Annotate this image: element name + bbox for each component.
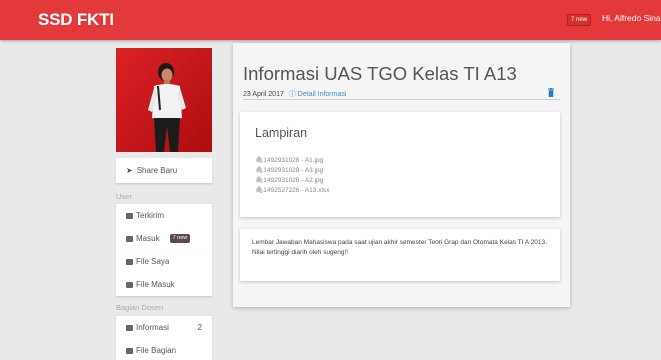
sidebar-item-my-files[interactable]: File Saya	[116, 250, 212, 273]
folder-icon	[126, 281, 133, 288]
folder-icon	[126, 258, 133, 265]
user-section-label: User	[116, 192, 132, 201]
dosen-section-label: Bagian Dosen	[116, 303, 164, 312]
share-new-button[interactable]: ➤ Share Baru	[116, 158, 212, 183]
notification-badge[interactable]: 7 new	[567, 14, 592, 26]
inbox-badge: 7 new	[169, 234, 191, 243]
sidebar-item-label: Terkirim	[136, 211, 164, 220]
trash-icon[interactable]	[548, 88, 554, 97]
sidebar-item-department-files[interactable]: File Bagian	[116, 339, 212, 360]
detail-link-label: Detail Informasi	[297, 91, 347, 98]
info-circle-icon: ⓘ	[288, 91, 296, 98]
information-count: 2	[197, 323, 202, 332]
envelope-icon	[126, 324, 133, 331]
description-text: Lembar Jawaban Mahasiswa pada saat ujian…	[252, 238, 557, 257]
envelope-icon	[126, 235, 133, 242]
profile-photo	[116, 48, 212, 152]
sidebar-item-incoming-files[interactable]: File Masuk	[116, 273, 212, 296]
sidebar-item-label: File Saya	[136, 257, 170, 266]
post-date: 23 April 2017	[243, 91, 284, 98]
attachment-file[interactable]: 🖇1492527226 - A13.xlsx	[255, 186, 329, 194]
user-greeting[interactable]: Hi, Alfredo Sinag	[602, 13, 661, 23]
top-navbar: SSD FKTI 7 new Hi, Alfredo Sinag	[0, 0, 661, 40]
description-note: Nilai tertinggi diarih oleh sugeng!!	[252, 248, 349, 256]
brand-logo[interactable]: SSD FKTI	[38, 10, 114, 30]
envelope-icon	[126, 212, 133, 219]
post-title: Informasi UAS TGO Kelas TI A13	[243, 63, 517, 84]
profile-photo-image	[116, 48, 212, 152]
folder-icon	[126, 347, 133, 354]
sidebar-item-label: Informasi	[136, 323, 169, 332]
sidebar-item-label: File Bagian	[136, 346, 177, 355]
sidebar-item-label: File Masuk	[136, 280, 175, 289]
sidebar-item-label: Masuk	[136, 234, 160, 243]
share-new-label: Share Baru	[136, 166, 178, 175]
attachment-file[interactable]: 🖇1492931026 - A2.jpg	[255, 176, 323, 184]
attachment-file[interactable]: 🖇1492931028 - A3.jpg	[255, 166, 323, 174]
sidebar-item-sent[interactable]: Terkirim	[116, 204, 212, 227]
send-icon: ➤	[126, 166, 133, 175]
description-body: Lembar Jawaban Mahasiswa pada saat ujian…	[252, 239, 547, 246]
detail-link[interactable]: ⓘ Detail Informasi	[289, 91, 347, 98]
post-meta: 23 April 2017 ⓘ Detail Informasi	[243, 89, 346, 99]
sidebar-item-inbox[interactable]: Masuk 7 new	[116, 227, 212, 250]
attachments-heading: Lampiran	[255, 126, 308, 140]
attachment-file[interactable]: 🖇1492931028 - A1.jpg	[255, 156, 323, 164]
sidebar-item-information[interactable]: Informasi 2	[116, 316, 212, 339]
divider	[243, 99, 560, 100]
